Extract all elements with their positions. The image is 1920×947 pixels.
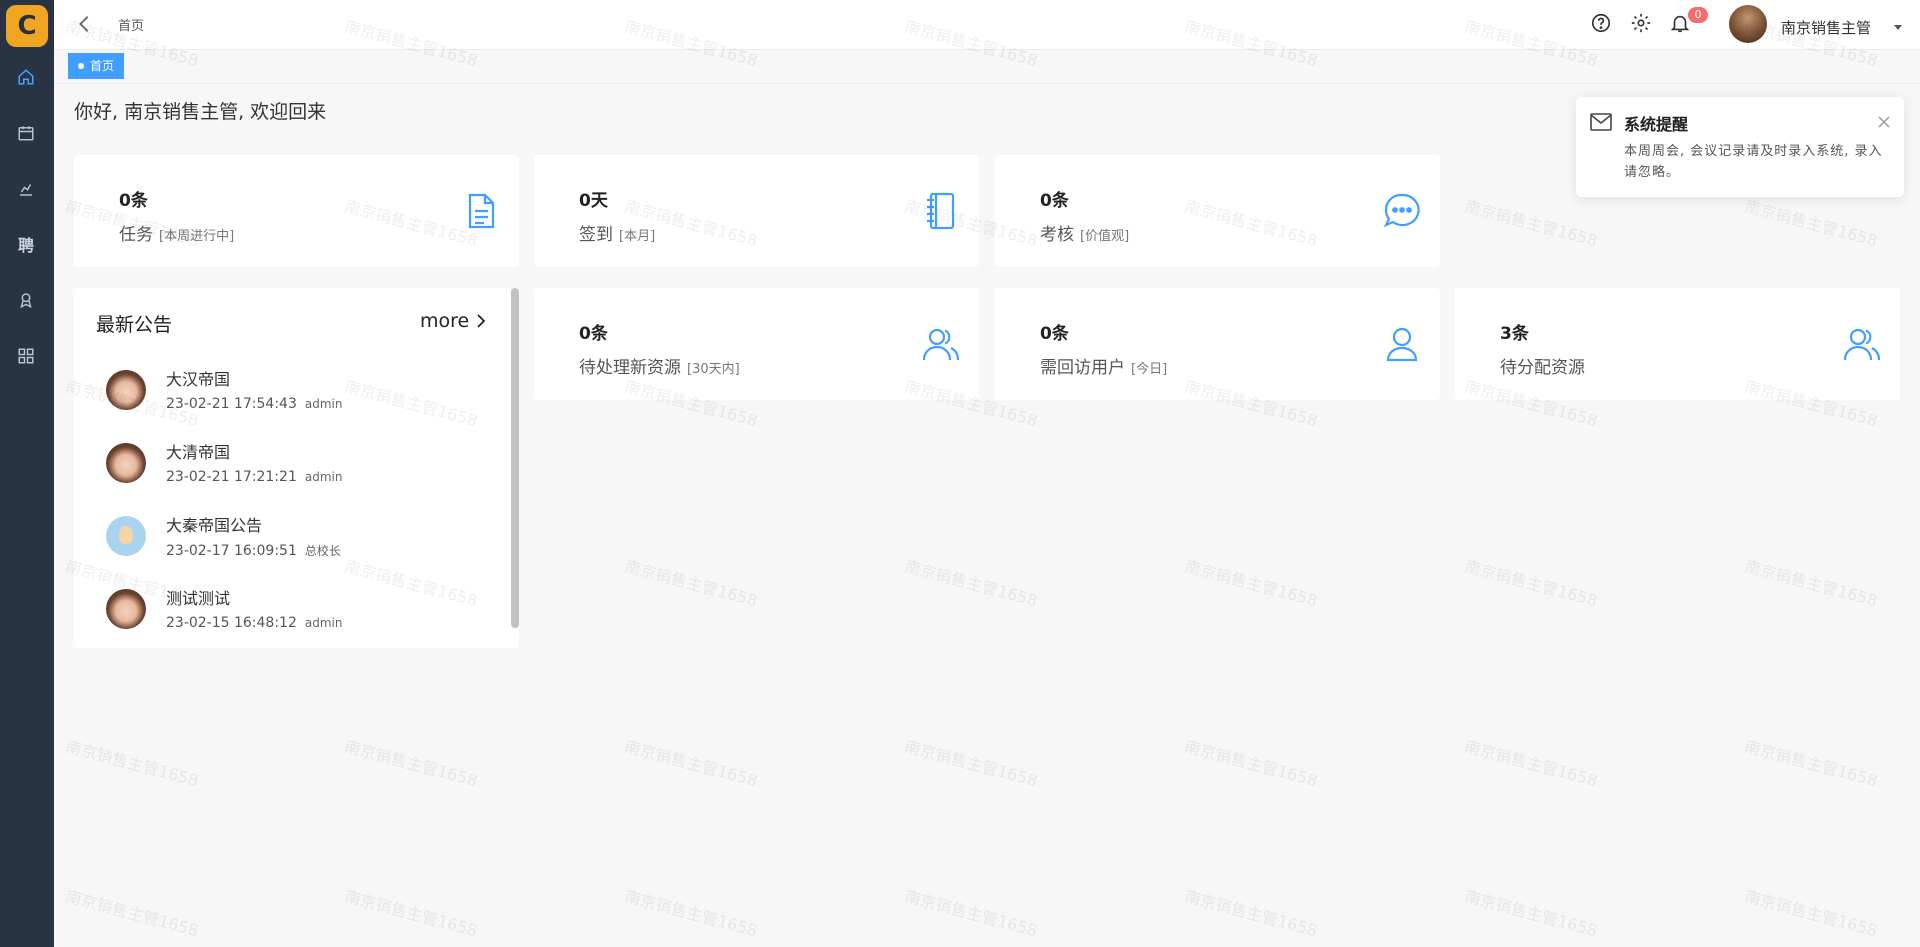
stat-value: 0条 bbox=[1040, 191, 1069, 211]
stat-label: 待分配资源 bbox=[1500, 358, 1585, 378]
watermark-text: 南京销售主管1658 bbox=[1742, 196, 1880, 251]
close-icon[interactable] bbox=[1878, 113, 1890, 128]
watermark-text: 南京销售主管1658 bbox=[902, 886, 1040, 941]
watermark-text: 南京销售主管1658 bbox=[1182, 556, 1320, 611]
notice-item-meta: 23-02-21 17:54:43 admin bbox=[166, 396, 343, 412]
watermark-text: 南京销售主管1658 bbox=[622, 886, 760, 941]
avatar bbox=[106, 370, 146, 410]
users-icon bbox=[921, 324, 961, 364]
notice-title: 最新公告 bbox=[96, 314, 173, 336]
stat-label: 需回访用户 [今日] bbox=[1040, 358, 1168, 378]
notification-badge: 0 bbox=[1688, 7, 1708, 23]
stat-card-task[interactable]: 0条 任务 [本周进行中] bbox=[74, 155, 519, 267]
home-icon[interactable] bbox=[15, 66, 37, 88]
watermark-text: 南京销售主管1658 bbox=[342, 736, 480, 791]
notification-title: 系统提醒 bbox=[1624, 115, 1689, 134]
users-icon bbox=[1842, 324, 1882, 364]
list-item[interactable]: 测试测试 23-02-15 16:48:12 admin bbox=[106, 585, 486, 648]
more-link[interactable]: more bbox=[420, 310, 487, 332]
chat-icon bbox=[1382, 191, 1422, 231]
watermark-text: 南京销售主管1658 bbox=[63, 736, 201, 791]
watermark-text: 南京销售主管1658 bbox=[1462, 556, 1600, 611]
stat-value: 0条 bbox=[119, 191, 148, 211]
avatar bbox=[106, 443, 146, 483]
watermark-text: 南京销售主管1658 bbox=[1462, 196, 1600, 251]
notice-item-meta: 23-02-17 16:09:51 总校长 bbox=[166, 543, 341, 559]
notice-item-title[interactable]: 测试测试 bbox=[166, 585, 230, 609]
watermark-text: 南京销售主管1658 bbox=[622, 556, 760, 611]
recruit-icon[interactable]: 聘 bbox=[15, 233, 37, 255]
watermark-text: 南京销售主管1658 bbox=[902, 556, 1040, 611]
stat-card-revisit[interactable]: 0条 需回访用户 [今日] bbox=[995, 288, 1440, 400]
back-arrow-icon[interactable] bbox=[74, 13, 96, 35]
sidebar: C 聘 bbox=[0, 0, 54, 947]
watermark-text: 南京销售主管1658 bbox=[1182, 736, 1320, 791]
notice-item-meta: 23-02-15 16:48:12 admin bbox=[166, 615, 343, 631]
avatar bbox=[106, 516, 146, 556]
watermark-text: 南京销售主管1658 bbox=[1742, 556, 1880, 611]
help-icon[interactable] bbox=[1590, 12, 1612, 34]
watermark-text: 南京销售主管1658 bbox=[902, 736, 1040, 791]
stat-value: 0条 bbox=[579, 324, 608, 344]
top-header: 首页 0 南京销售主管 bbox=[54, 0, 1920, 50]
welcome-message: 你好, 南京销售主管, 欢迎回来 bbox=[74, 101, 327, 123]
stat-card-checkin[interactable]: 0天 签到 [本月] bbox=[534, 155, 979, 267]
stat-value: 0天 bbox=[579, 191, 608, 211]
watermark-text: 南京销售主管1658 bbox=[342, 886, 480, 941]
notice-item-title[interactable]: 大秦帝国公告 bbox=[166, 512, 262, 536]
watermark-text: 南京销售主管1658 bbox=[63, 886, 201, 941]
app-logo[interactable]: C bbox=[6, 5, 48, 47]
chevron-right-icon bbox=[477, 314, 486, 328]
chevron-down-icon[interactable] bbox=[1894, 25, 1902, 30]
stat-card-to-assign[interactable]: 3条 待分配资源 bbox=[1455, 288, 1900, 400]
notice-item-title[interactable]: 大汉帝国 bbox=[166, 366, 230, 390]
stat-value: 0条 bbox=[1040, 324, 1069, 344]
watermark-text: 南京销售主管1658 bbox=[1742, 736, 1880, 791]
breadcrumb[interactable]: 首页 bbox=[118, 15, 144, 34]
watermark-text: 南京销售主管1658 bbox=[1742, 886, 1880, 941]
notification-body: 本周周会, 会议记录请及时录入系统, 录入请忽略。 bbox=[1624, 144, 1883, 180]
tab-home[interactable]: 首页 bbox=[68, 53, 125, 79]
scrollbar[interactable] bbox=[511, 288, 519, 628]
tags-bar: 首页 bbox=[54, 51, 1920, 84]
award-icon[interactable] bbox=[15, 289, 37, 311]
stat-label: 待处理新资源 [30天内] bbox=[579, 358, 740, 378]
calendar-icon[interactable] bbox=[15, 122, 37, 144]
stat-card-assessment[interactable]: 0条 考核 [价值观] bbox=[995, 155, 1440, 267]
gear-icon[interactable] bbox=[1630, 12, 1652, 34]
user-avatar[interactable] bbox=[1729, 5, 1767, 43]
list-item[interactable]: 大清帝国 23-02-21 17:21:21 admin bbox=[106, 439, 486, 505]
list-item[interactable]: 大秦帝国公告 23-02-17 16:09:51 总校长 bbox=[106, 512, 486, 578]
system-notification: 系统提醒 本周周会, 会议记录请及时录入系统, 录入请忽略。 bbox=[1576, 97, 1904, 197]
list-item[interactable]: 大汉帝国 23-02-21 17:54:43 admin bbox=[106, 366, 486, 432]
notice-item-meta: 23-02-21 17:21:21 admin bbox=[166, 469, 343, 485]
document-icon bbox=[461, 191, 501, 231]
watermark-text: 南京销售主管1658 bbox=[622, 736, 760, 791]
user-icon bbox=[1382, 324, 1422, 364]
stat-label: 签到 [本月] bbox=[579, 225, 656, 245]
watermark-text: 南京销售主管1658 bbox=[1462, 736, 1600, 791]
mail-icon bbox=[1590, 113, 1612, 131]
watermark-text: 南京销售主管1658 bbox=[1182, 886, 1320, 941]
watermark-text: 南京销售主管1658 bbox=[1462, 886, 1600, 941]
stat-label: 考核 [价值观] bbox=[1040, 225, 1130, 245]
stat-card-new-resources[interactable]: 0条 待处理新资源 [30天内] bbox=[534, 288, 979, 400]
stat-value: 3条 bbox=[1500, 324, 1529, 344]
stat-label: 任务 [本周进行中] bbox=[119, 225, 235, 245]
notice-item-title[interactable]: 大清帝国 bbox=[166, 439, 230, 463]
avatar bbox=[106, 589, 146, 629]
apps-icon[interactable] bbox=[15, 345, 37, 367]
notice-panel: 最新公告 more 大汉帝国 23-02-21 17:54:43 admin 大清… bbox=[74, 288, 519, 648]
username[interactable]: 南京销售主管 bbox=[1781, 17, 1871, 38]
stats-icon[interactable] bbox=[15, 178, 37, 200]
notebook-icon bbox=[921, 191, 961, 231]
